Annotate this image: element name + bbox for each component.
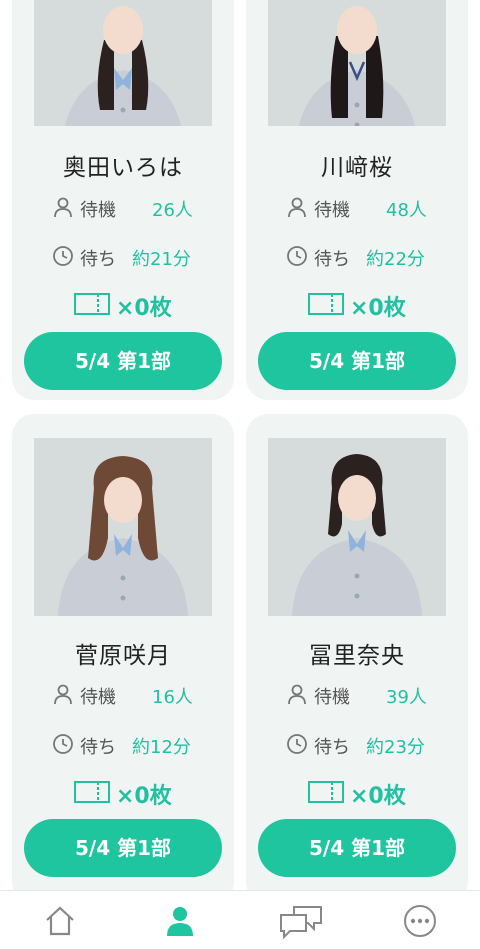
wait-time-row: 待ち 約23分 [246, 732, 468, 758]
member-photo [268, 438, 446, 616]
session-button[interactable]: 5/4 第1部 [24, 819, 222, 877]
member-card[interactable]: 奥田いろは 待機 26人 待ち 約21分 ×0枚 5/4 第1部 [12, 0, 234, 400]
home-icon [46, 906, 74, 936]
wait-time-row: 待ち 約12分 [12, 732, 234, 758]
member-photo [34, 438, 212, 616]
ticket-count: ×0枚 [350, 296, 406, 321]
waiting-row: 待機 48人 [246, 195, 468, 221]
ticket-row: ×0枚 [12, 290, 234, 321]
waiting-count: 48人 [386, 200, 427, 221]
member-photo [34, 0, 212, 126]
wait-time-label: 待ち [314, 249, 350, 270]
member-name: 冨里奈央 [309, 643, 405, 669]
waiting-count: 16人 [152, 687, 193, 708]
wait-time-row: 待ち 約21分 [12, 244, 234, 270]
waiting-row: 待機 26人 [12, 195, 234, 221]
ticket-row: ×0枚 [12, 778, 234, 809]
member-grid: 奥田いろは 待機 26人 待ち 約21分 ×0枚 5/4 第1部 川﨑桜 待機 … [0, 0, 480, 890]
ticket-count: ×0枚 [350, 784, 406, 809]
waiting-row: 待機 39人 [246, 682, 468, 708]
waiting-count: 39人 [386, 687, 427, 708]
waiting-label: 待機 [80, 200, 116, 221]
person-icon [288, 684, 306, 705]
wait-time-row: 待ち 約22分 [246, 244, 468, 270]
waiting-label: 待機 [80, 687, 116, 708]
wait-time-value: 約23分 [366, 737, 425, 758]
person-icon [167, 907, 193, 936]
wait-time-value: 約22分 [366, 249, 425, 270]
person-icon [288, 197, 306, 218]
bottom-tab-bar [0, 890, 480, 949]
tab-messages[interactable] [278, 903, 324, 939]
wait-time-label: 待ち [80, 249, 116, 270]
tab-home[interactable] [42, 903, 78, 939]
session-button[interactable]: 5/4 第1部 [258, 332, 456, 390]
ticket-row: ×0枚 [246, 778, 468, 809]
waiting-label: 待機 [314, 687, 350, 708]
waiting-count: 26人 [152, 200, 193, 221]
member-photo [268, 0, 446, 126]
clock-icon [53, 246, 73, 266]
member-name: 川﨑桜 [321, 155, 393, 181]
waiting-row: 待機 16人 [12, 682, 234, 708]
person-icon [54, 197, 72, 218]
tab-members[interactable] [162, 903, 198, 939]
ticket-count: ×0枚 [116, 784, 172, 809]
member-name: 菅原咲月 [75, 643, 171, 669]
member-card[interactable]: 冨里奈央 待機 39人 待ち 約23分 ×0枚 5/4 第1部 [246, 414, 468, 890]
ticket-icon [74, 293, 110, 315]
clock-icon [287, 246, 307, 266]
ticket-icon [74, 781, 110, 803]
session-button[interactable]: 5/4 第1部 [258, 819, 456, 877]
wait-time-value: 約21分 [132, 249, 191, 270]
session-button[interactable]: 5/4 第1部 [24, 332, 222, 390]
ticket-icon [308, 293, 344, 315]
waiting-label: 待機 [314, 200, 350, 221]
wait-time-label: 待ち [314, 737, 350, 758]
member-card[interactable]: 菅原咲月 待機 16人 待ち 約12分 ×0枚 5/4 第1部 [12, 414, 234, 890]
ticket-icon [308, 781, 344, 803]
clock-icon [53, 734, 73, 754]
clock-icon [287, 734, 307, 754]
ticket-count: ×0枚 [116, 296, 172, 321]
ticket-row: ×0枚 [246, 290, 468, 321]
person-icon [54, 684, 72, 705]
wait-time-label: 待ち [80, 737, 116, 758]
member-card[interactable]: 川﨑桜 待機 48人 待ち 約22分 ×0枚 5/4 第1部 [246, 0, 468, 400]
wait-time-value: 約12分 [132, 737, 191, 758]
more-icon [404, 905, 436, 937]
chat-icon [280, 906, 322, 939]
member-name: 奥田いろは [63, 155, 183, 181]
tab-more[interactable] [402, 903, 438, 939]
